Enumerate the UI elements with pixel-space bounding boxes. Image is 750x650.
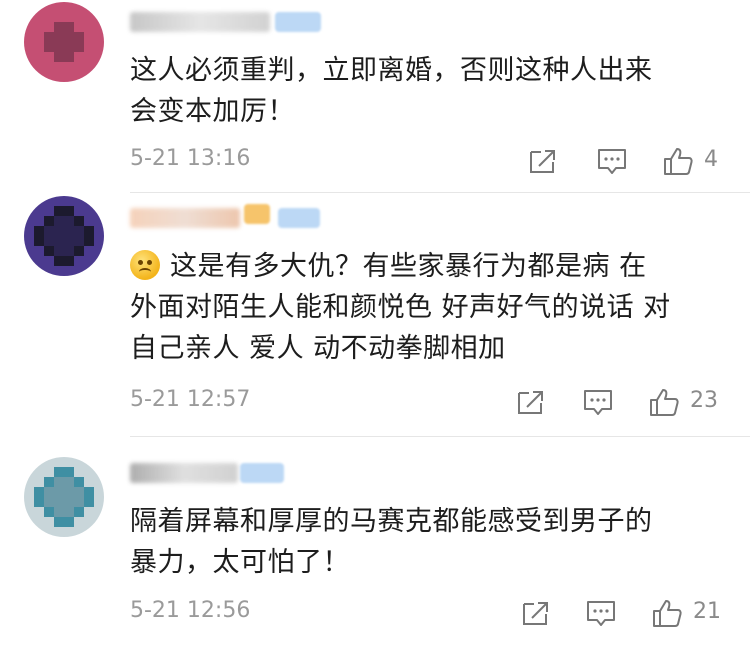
comment-meta: 5-21 12:57 23 — [130, 387, 730, 417]
divider — [130, 192, 750, 193]
comment-time: 5-21 13:16 — [130, 146, 251, 171]
divider — [130, 436, 750, 437]
comment-icon[interactable] — [582, 387, 614, 417]
comment-time: 5-21 12:57 — [130, 387, 251, 412]
username-blurred[interactable] — [130, 12, 270, 32]
like-count: 4 — [704, 147, 718, 172]
user-badge-blurred — [275, 12, 321, 32]
avatar[interactable] — [24, 2, 104, 82]
comment-item: 这是有多大仇？有些家暴行为都是病 在 外面对陌生人能和颜悦色 好声好气的说话 对… — [0, 196, 750, 436]
comment-item: 隔着屏幕和厚厚的马赛克都能感受到男子的 暴力，太可怕了！ 5-21 12:56 … — [0, 445, 750, 650]
avatar[interactable] — [24, 457, 104, 537]
thumbs-up-icon[interactable] — [648, 387, 680, 417]
comment-text: 这是有多大仇？有些家暴行为都是病 在 外面对陌生人能和颜悦色 好声好气的说话 对… — [130, 250, 671, 364]
comment-text: 隔着屏幕和厚厚的马赛克都能感受到男子的 暴力，太可怕了！ — [130, 506, 653, 578]
user-badge-blurred — [240, 463, 284, 483]
comment-meta: 5-21 13:16 4 — [130, 146, 730, 176]
comment-time: 5-21 12:56 — [130, 598, 251, 623]
thumbs-up-icon[interactable] — [651, 598, 683, 628]
share-icon[interactable] — [515, 387, 547, 417]
share-icon[interactable] — [520, 598, 552, 628]
thumbs-up-icon[interactable] — [662, 146, 694, 176]
comment-item: 这人必须重判，立即离婚，否则这种人出来 会变本加厉！ 5-21 13:16 4 — [0, 0, 750, 190]
upside-down-smile-emoji-icon — [130, 250, 160, 280]
username-blurred[interactable] — [130, 463, 238, 483]
comment-meta: 5-21 12:56 21 — [130, 598, 730, 628]
like-count: 21 — [693, 599, 721, 624]
like-count: 23 — [690, 388, 718, 413]
username-blurred[interactable] — [130, 208, 240, 228]
avatar[interactable] — [24, 196, 104, 276]
share-icon[interactable] — [527, 146, 559, 176]
user-badge-blurred — [244, 204, 270, 224]
comment-icon[interactable] — [596, 146, 628, 176]
comment-text: 这人必须重判，立即离婚，否则这种人出来 会变本加厉！ — [130, 55, 653, 127]
comment-icon[interactable] — [585, 598, 617, 628]
user-badge-blurred — [278, 208, 320, 228]
